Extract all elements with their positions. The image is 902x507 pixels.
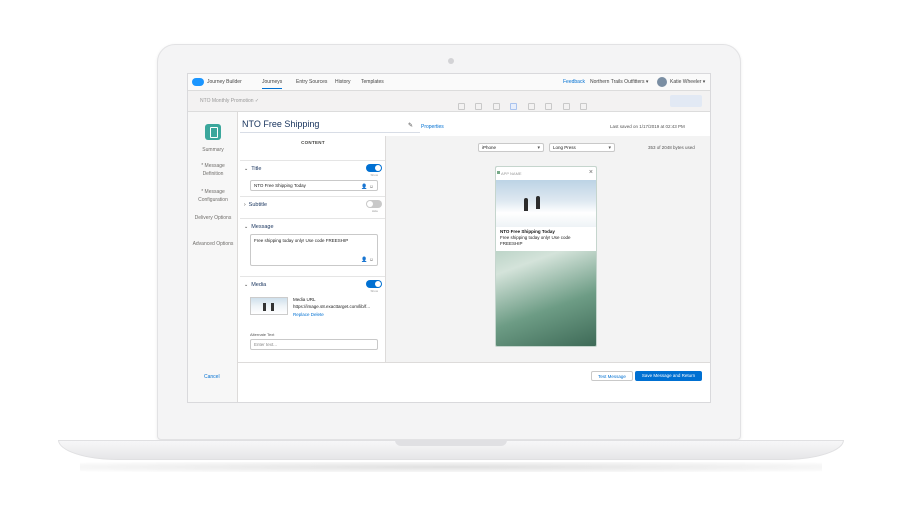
chevron-down-icon: ⌄: [244, 166, 249, 172]
salesforce-cloud-icon: [192, 78, 204, 86]
editor-footer: Test Message Save Message and Return: [238, 362, 710, 402]
push-notification: APP NAME × NTO Free Shipping Today Free …: [496, 167, 596, 251]
subtitle-toggle[interactable]: [366, 200, 382, 208]
mobile-push-icon: [205, 124, 221, 140]
device-select-value: iPhone: [482, 145, 497, 150]
message-label: Message: [251, 224, 274, 230]
mode-select-value: Long Press: [553, 145, 576, 150]
chevron-down-icon: ⌄: [244, 224, 249, 230]
message-title[interactable]: NTO Free Shipping: [240, 116, 420, 133]
phone-preview: APP NAME × NTO Free Shipping Today Free …: [495, 166, 597, 347]
save-and-return-button[interactable]: Save Message and Return: [635, 371, 702, 381]
copy-icon[interactable]: [545, 103, 553, 110]
title-section: ⌄ Title Show NTO Free Shipping Today 👤 ☺: [240, 160, 385, 196]
laptop-base-notch: [395, 440, 507, 446]
cancel-link[interactable]: Cancel: [204, 374, 220, 380]
feedback-link[interactable]: Feedback: [563, 79, 585, 85]
journey-toolbar-icons: [458, 97, 618, 110]
sidebar-item-summary[interactable]: Summary: [192, 146, 234, 154]
journey-name: NTO Monthly Promotion ✓: [200, 98, 260, 104]
top-nav: Journey Builder Journeys Entry Sources H…: [188, 74, 710, 91]
replace-delete-links[interactable]: Replace Delete: [293, 312, 324, 317]
title-toggle-label: Show: [370, 173, 378, 177]
alternate-text-input[interactable]: Enter text...: [250, 339, 378, 350]
tab-history[interactable]: History: [335, 79, 351, 85]
sidebar-item-message-configuration[interactable]: * Message Configuration: [192, 188, 234, 204]
media-section: ⌄ Media Show Media URL https://image.s8.e…: [240, 276, 385, 362]
undo-icon[interactable]: [458, 103, 465, 110]
app-icon: [497, 171, 500, 174]
pencil-icon[interactable]: ✎: [408, 122, 413, 129]
message-textarea[interactable]: Free shipping today only! Use code FREES…: [250, 234, 378, 266]
message-section-heading[interactable]: ⌄ Message: [244, 224, 274, 230]
title-toggle[interactable]: [366, 164, 382, 172]
media-label: Media: [251, 282, 267, 288]
skier-figure: [536, 196, 540, 209]
personalization-icons[interactable]: 👤 ☺: [361, 257, 374, 263]
user-menu[interactable]: Katie Wheeler ▾: [670, 79, 705, 85]
close-icon: ×: [588, 169, 593, 176]
media-thumbnail: [250, 297, 288, 315]
app-name: Journey Builder: [207, 79, 242, 85]
laptop-shadow: [80, 462, 822, 472]
avatar[interactable]: [657, 77, 667, 87]
message-value: Free shipping today only! Use code FREES…: [254, 238, 349, 243]
media-url-label: Media URL: [293, 297, 316, 302]
tab-templates[interactable]: Templates: [361, 79, 384, 85]
subtitle-section: › Subtitle Hide: [240, 196, 385, 218]
mode-select[interactable]: Long Press: [549, 143, 615, 152]
message-section: ⌄ Message Free shipping today only! Use c…: [240, 218, 385, 276]
journey-toolbar: NTO Monthly Promotion ✓: [188, 91, 710, 112]
title-field[interactable]: NTO Free Shipping Today 👤 ☺: [250, 180, 378, 191]
properties-link[interactable]: Properties: [421, 124, 444, 130]
alternate-text-label: Alternate Text: [250, 332, 275, 337]
skier-figure: [524, 198, 528, 211]
edit-icon[interactable]: [510, 103, 518, 110]
business-unit-selector[interactable]: Northern Trails Outfitters ▾: [590, 79, 648, 85]
zoom-icon[interactable]: [475, 103, 483, 110]
byte-count: 353 of 2048 bytes used: [648, 145, 695, 150]
tab-journeys[interactable]: Journeys: [262, 79, 283, 89]
media-section-heading[interactable]: ⌄ Media: [244, 282, 266, 288]
personalization-icons[interactable]: 👤 ☺: [361, 182, 374, 192]
media-url-value: https://image.s8.exacttarget.com/lib/f..…: [293, 304, 371, 309]
preview-area: iPhone Long Press 353 of 2048 bytes used…: [386, 136, 710, 362]
test-message-button[interactable]: Test Message: [591, 371, 633, 381]
content-panel: CONTENT ⌄ Title Show NTO Free Shipping To…: [240, 136, 386, 362]
chevron-down-icon: ⌄: [244, 282, 249, 288]
sidebar-item-delivery-options[interactable]: Delivery Options: [192, 214, 234, 222]
notification-app-name: APP NAME: [501, 171, 522, 176]
subtitle-toggle-label: Hide: [371, 209, 378, 213]
sidebar-item-message-definition[interactable]: * Message Definition: [192, 162, 234, 178]
chevron-right-icon: ›: [244, 202, 246, 208]
laptop-camera: [448, 58, 454, 64]
notification-title: NTO Free Shipping Today: [500, 229, 555, 234]
delete-icon[interactable]: [562, 103, 570, 110]
subtitle-label: Subtitle: [248, 202, 268, 208]
alternate-text-placeholder: Enter text...: [254, 342, 278, 347]
content-header: CONTENT: [301, 140, 325, 145]
media-toggle-label: Show: [370, 289, 378, 293]
last-saved-text: Last saved on 1/17/2019 at 02:43 PM: [610, 124, 685, 129]
notification-image: [496, 180, 596, 227]
subtitle-section-heading[interactable]: › Subtitle: [244, 202, 267, 208]
activity-sidebar: Summary * Message Definition * Message C…: [188, 112, 238, 402]
settings-icon[interactable]: [527, 103, 535, 110]
app-screen: Journey Builder Journeys Entry Sources H…: [187, 73, 711, 403]
title-section-heading[interactable]: ⌄ Title: [244, 166, 261, 172]
notification-body: Free shipping today only! Use code FREES…: [500, 235, 571, 246]
dropdown-icon[interactable]: [492, 103, 500, 110]
validate-icon[interactable]: [580, 103, 588, 110]
tab-entry-sources[interactable]: Entry Sources: [296, 79, 327, 85]
device-select[interactable]: iPhone: [478, 143, 544, 152]
activate-button[interactable]: [670, 95, 702, 107]
media-toggle[interactable]: [366, 280, 382, 288]
sidebar-item-advanced-options[interactable]: Advanced Options: [192, 240, 234, 248]
title-label: Title: [251, 166, 262, 172]
title-field-value: NTO Free Shipping Today: [254, 183, 306, 188]
